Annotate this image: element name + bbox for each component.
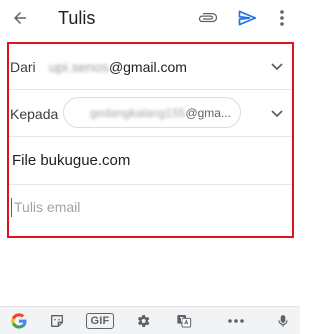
recipient-chip[interactable]: gedangkalang155 @gma... [63,97,241,128]
text-cursor [11,198,12,217]
paperclip-icon[interactable] [196,6,220,30]
sticker-icon[interactable] [46,309,68,333]
translate-icon[interactable] [173,309,195,333]
from-label: Dari [10,59,36,75]
keyboard-toolbar: GIF [0,306,300,334]
more-vert-icon[interactable] [272,6,292,30]
from-blurred-part: upi.senos [49,59,109,75]
back-arrow-icon[interactable] [8,6,32,30]
to-label: Kepada [10,106,59,122]
from-value: upi.senos@gmail.com [49,59,187,75]
subject-field[interactable]: File bukugue.com [12,152,130,169]
app-bar: Tulis [0,0,300,36]
send-icon[interactable] [235,6,259,30]
recipient-visible-part: @gma... [185,105,231,120]
body-input[interactable]: Tulis email [14,199,80,215]
page-title: Tulis [58,8,96,28]
gif-icon[interactable]: GIF [86,313,114,329]
chevron-down-icon[interactable] [269,106,285,122]
microphone-icon[interactable] [272,309,294,333]
to-row[interactable]: Kepada gedangkalang155 @gma... [9,90,292,137]
chevron-down-icon[interactable] [269,59,285,75]
body-row[interactable]: Tulis email [9,185,292,236]
gear-icon[interactable] [132,309,154,333]
subject-row[interactable]: File bukugue.com [9,137,292,185]
from-row[interactable]: Dari upi.senos@gmail.com [9,44,292,90]
from-domain: @gmail.com [108,59,187,75]
google-g-icon[interactable] [6,309,32,333]
recipient-blurred-part: gedangkalang155 [90,105,186,120]
more-horiz-icon[interactable] [225,309,247,333]
